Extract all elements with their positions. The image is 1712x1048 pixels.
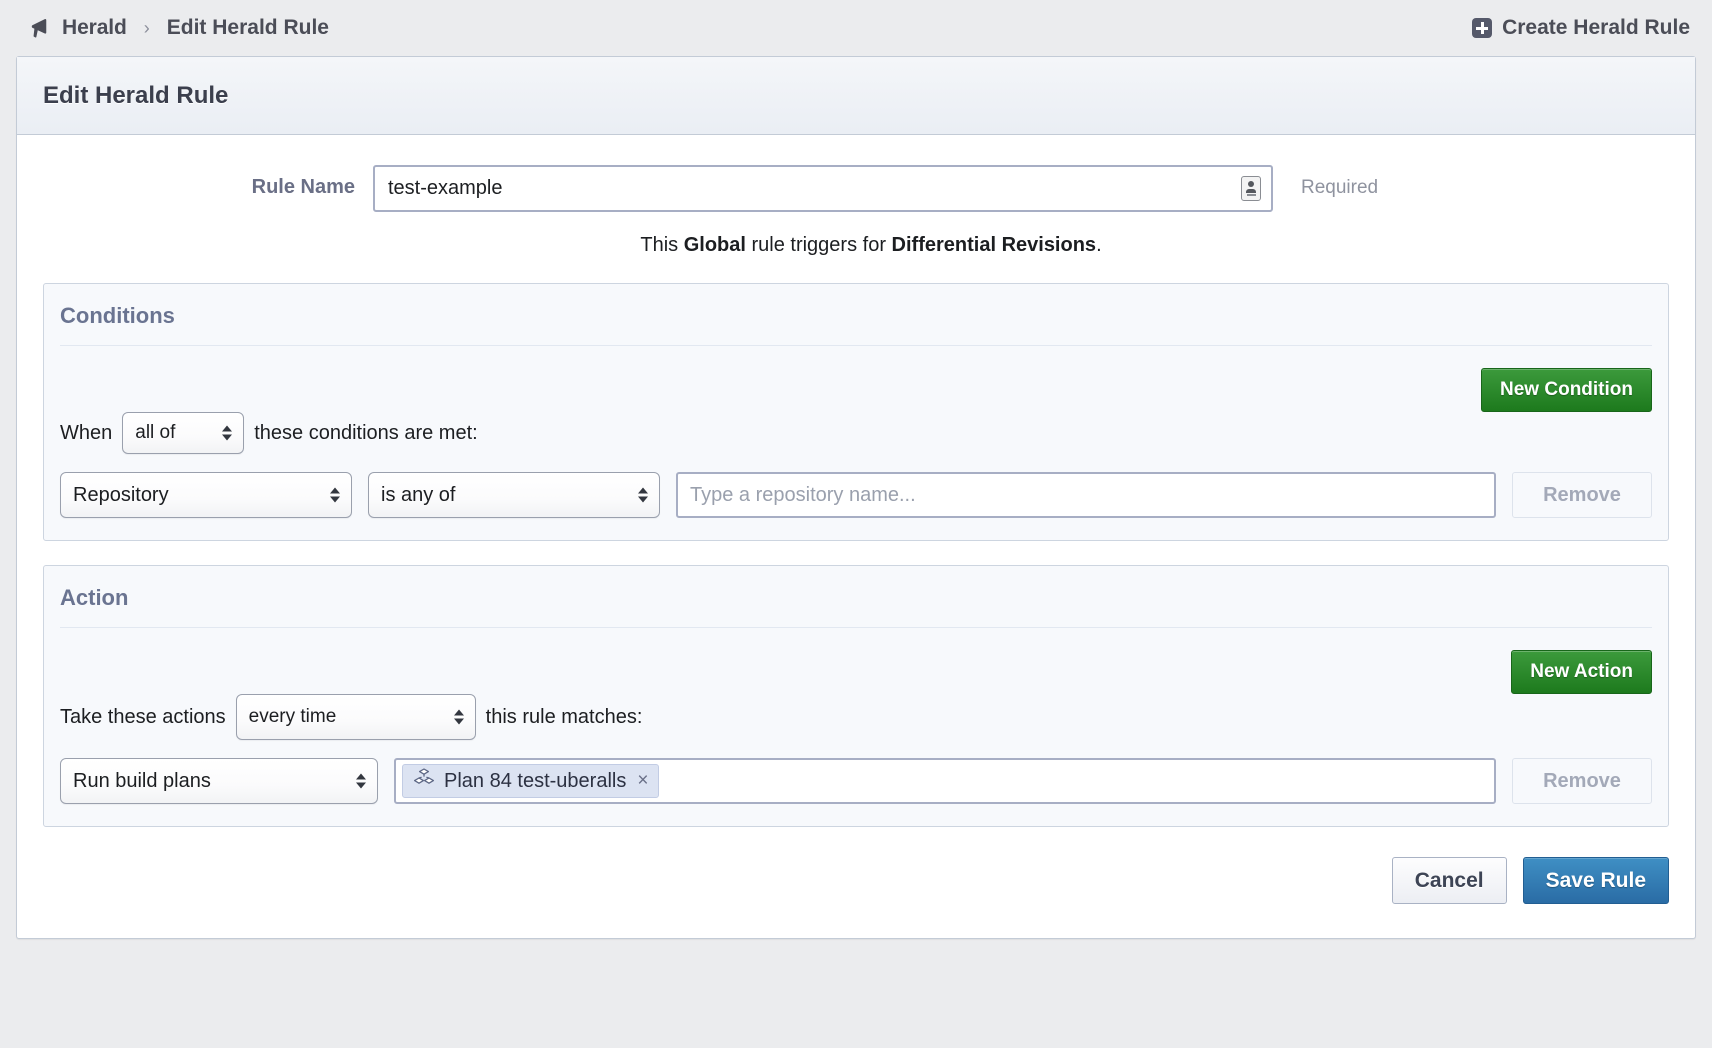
panel-body: Rule Name Required This Global rule trig… (17, 135, 1695, 938)
page-title: Edit Herald Rule (43, 81, 229, 109)
edit-herald-rule-panel: Edit Herald Rule Rule Name Required This… (16, 56, 1696, 939)
condition-operator-select[interactable]: is any of (368, 472, 660, 518)
action-remove-button[interactable]: Remove (1512, 758, 1652, 804)
chevron-updown-icon (453, 709, 464, 725)
build-plan-token-label: Plan 84 test-uberalls (444, 769, 627, 792)
build-plan-token[interactable]: Plan 84 test-uberalls × (402, 764, 660, 798)
chevron-updown-icon (222, 425, 233, 441)
conditions-heading: Conditions (60, 284, 1652, 346)
new-condition-button[interactable]: New Condition (1481, 368, 1652, 412)
panel-header: Edit Herald Rule (17, 57, 1695, 135)
close-icon[interactable]: × (635, 770, 648, 792)
new-action-button[interactable]: New Action (1511, 650, 1652, 694)
chevron-updown-icon (356, 773, 366, 789)
rule-name-label: Rule Name (251, 176, 355, 198)
cancel-button[interactable]: Cancel (1391, 857, 1507, 904)
action-repetition-value: every time (248, 706, 337, 727)
condition-row: Repository is any of Remove (60, 472, 1652, 518)
form-footer: Cancel Save Rule (43, 851, 1669, 912)
rule-name-input-wrap (373, 165, 1273, 212)
condition-operator-value: is any of (381, 483, 456, 506)
action-toolbar: New Action (60, 638, 1652, 694)
conditions-section: Conditions New Condition When all of the… (43, 283, 1669, 541)
build-plan-icon (413, 768, 435, 794)
trigger-object: Differential Revisions (891, 234, 1097, 256)
breadcrumb-bar: Herald › Edit Herald Rule Create Herald … (0, 0, 1712, 56)
condition-field-value: Repository (73, 483, 169, 506)
trigger-suffix: . (1096, 234, 1102, 256)
breadcrumb: Herald › Edit Herald Rule (30, 16, 329, 40)
action-heading: Action (60, 566, 1652, 628)
breadcrumb-link-herald[interactable]: Herald (62, 16, 127, 40)
take-actions-suffix-label: this rule matches: (485, 705, 643, 728)
condition-field-select[interactable]: Repository (60, 472, 352, 518)
action-type-select[interactable]: Run build plans (60, 758, 378, 804)
action-section: Action New Action Take these actions eve… (43, 565, 1669, 827)
take-actions-prefix-label: Take these actions (60, 705, 226, 728)
condition-remove-button[interactable]: Remove (1512, 472, 1652, 518)
megaphone-icon (30, 18, 53, 38)
action-row: Run build plans Plan 84 test-uberalls × … (60, 758, 1652, 804)
match-mode-value: all of (135, 422, 176, 443)
rule-name-required-note: Required (1301, 177, 1379, 198)
conditions-match-row: When all of these conditions are met: (60, 412, 1652, 454)
trigger-middle: rule triggers for (745, 234, 892, 256)
rule-name-input[interactable] (373, 165, 1273, 212)
contact-card-icon[interactable] (1241, 176, 1261, 201)
action-token-input[interactable]: Plan 84 test-uberalls × (394, 758, 1496, 804)
chevron-updown-icon (638, 487, 648, 503)
action-repetition-row: Take these actions every time this rule … (60, 694, 1652, 740)
trigger-description: This Global rule triggers for Differenti… (43, 234, 1669, 257)
create-herald-rule-label: Create Herald Rule (1502, 16, 1690, 39)
trigger-prefix: This (640, 234, 684, 256)
match-mode-select[interactable]: all of (122, 412, 245, 454)
when-suffix-label: these conditions are met: (254, 421, 478, 444)
create-herald-rule-button[interactable]: Create Herald Rule (1472, 16, 1690, 40)
save-rule-button[interactable]: Save Rule (1522, 857, 1669, 904)
action-repetition-select[interactable]: every time (235, 694, 476, 740)
chevron-updown-icon (330, 487, 340, 503)
when-prefix-label: When (60, 421, 113, 444)
rule-name-row: Rule Name Required (43, 165, 1669, 212)
breadcrumb-current: Edit Herald Rule (166, 16, 329, 39)
condition-value-input[interactable] (676, 472, 1496, 518)
action-type-value: Run build plans (73, 769, 211, 792)
trigger-scope: Global (683, 234, 746, 256)
conditions-toolbar: New Condition (60, 356, 1652, 412)
breadcrumb-separator: › (143, 17, 150, 38)
plus-square-icon (1472, 18, 1493, 38)
